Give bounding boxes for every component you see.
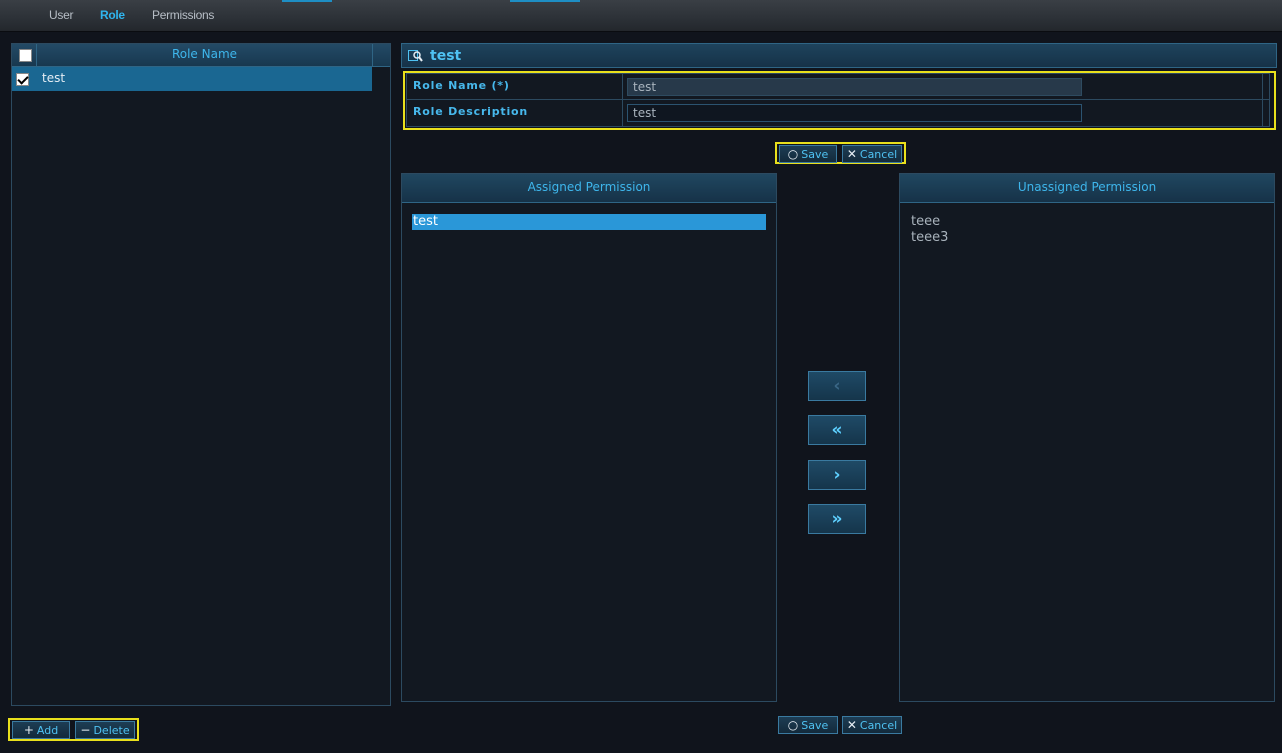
select-all-checkbox[interactable] (19, 49, 32, 62)
role-name-label: Role Name (*) (407, 74, 623, 100)
x-icon: ✕ (846, 718, 857, 732)
role-name-field[interactable]: test (627, 78, 1082, 96)
detail-header: test (401, 43, 1277, 68)
role-description-field[interactable]: test (627, 104, 1082, 122)
save-button-label: Save (801, 718, 829, 732)
circle-icon: ○ (787, 147, 799, 161)
delete-button[interactable]: − Delete (75, 721, 135, 739)
row-checkbox[interactable] (16, 73, 29, 86)
move-left-button[interactable]: ‹ (808, 371, 866, 401)
role-name-row: Role Name (*) test (407, 74, 1269, 100)
cancel-button-label: Cancel (859, 718, 898, 732)
x-icon: ✕ (846, 147, 857, 161)
role-list-header: Role Name (12, 44, 390, 67)
unassigned-permission-header: Unassigned Permission (900, 174, 1274, 203)
minus-icon: − (80, 723, 91, 737)
detail-title: test (430, 48, 462, 64)
magnifier-icon (408, 50, 423, 62)
circle-icon: ○ (787, 718, 799, 732)
save-button[interactable]: ○ Save (779, 145, 837, 163)
header-end-cell (372, 44, 390, 67)
cancel-button[interactable]: ✕ Cancel (842, 145, 902, 163)
tab-bar-glow (282, 0, 332, 2)
tab-bar-glow (510, 0, 580, 2)
assigned-permission-header: Assigned Permission (402, 174, 776, 203)
bottom-cancel-button[interactable]: ✕ Cancel (842, 716, 902, 734)
delete-button-label: Delete (93, 723, 130, 737)
role-name-column-header: Role Name (171, 47, 238, 61)
table-row[interactable]: test (12, 67, 372, 91)
role-description-label: Role Description (407, 100, 623, 126)
move-right-button[interactable]: › (808, 460, 866, 490)
top-tab-bar: User Role Permissions (0, 0, 1282, 32)
select-all-cell (12, 44, 37, 67)
tab-role[interactable]: Role (100, 8, 125, 22)
list-item[interactable]: test (412, 214, 766, 230)
role-description-row: Role Description test (407, 100, 1269, 126)
add-button[interactable]: + Add (12, 721, 70, 739)
role-form: Role Name (*) test Role Description test (406, 73, 1270, 127)
save-button-label: Save (801, 147, 829, 161)
role-name-cell: test (42, 71, 66, 85)
tab-permissions[interactable]: Permissions (152, 8, 214, 22)
move-all-right-button[interactable]: » (808, 504, 866, 534)
cancel-button-label: Cancel (859, 147, 898, 161)
form-divider (1262, 74, 1263, 126)
add-button-label: Add (36, 723, 59, 737)
role-list-panel: Role Name test (11, 43, 391, 706)
list-item[interactable]: teee (910, 214, 940, 230)
unassigned-permission-panel: Unassigned Permission teee teee3 (899, 173, 1275, 702)
plus-icon: + (23, 723, 34, 737)
list-item[interactable]: teee3 (910, 230, 948, 246)
assigned-permission-panel: Assigned Permission test (401, 173, 777, 702)
bottom-save-button[interactable]: ○ Save (778, 716, 838, 734)
move-all-left-button[interactable]: « (808, 415, 866, 445)
tab-user[interactable]: User (49, 8, 73, 22)
